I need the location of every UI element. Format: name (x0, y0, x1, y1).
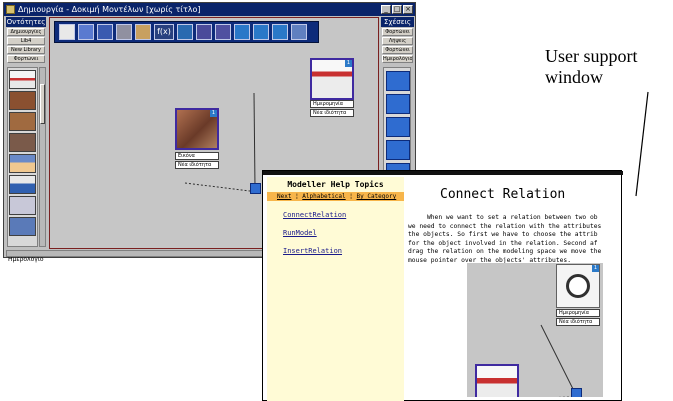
tab-by-category[interactable]: By Category (357, 193, 397, 200)
help-content: Connect Relation When we want to set a r… (408, 177, 618, 397)
scrollbar-thumb[interactable] (40, 84, 45, 124)
relation-type-icon[interactable] (386, 94, 410, 114)
annotation-caption: User support window (545, 46, 638, 88)
entities-scrollbar[interactable] (39, 67, 46, 247)
entity-thumbnail-list (7, 67, 38, 247)
help-heading: Connect Relation (440, 187, 566, 202)
relation-icon[interactable] (250, 183, 261, 194)
entities-button-4[interactable]: Φορτώνει (7, 55, 45, 63)
attribute-field[interactable]: Ημερομηνία (310, 100, 354, 108)
tab-next[interactable]: Next (277, 193, 291, 200)
relation-icon[interactable] (571, 388, 582, 397)
attribute-field[interactable]: Νέα ιδιότητα (310, 109, 354, 117)
relation-line (184, 182, 251, 192)
photo-object[interactable]: 1 (175, 108, 219, 150)
help-titlebar (263, 171, 623, 175)
close-button[interactable]: × (403, 5, 413, 14)
tool-thumbnail[interactable] (9, 196, 36, 215)
topic-link[interactable]: ConnectRelation (283, 211, 404, 219)
object-badge: 1 (210, 110, 217, 117)
help-body: When we want to set a relation between t… (408, 214, 602, 264)
window-titlebar: Δημιουργία - Δοκιμή Μοντέλων [χωρίς τίτλ… (4, 3, 415, 16)
building-thumbnail[interactable] (9, 112, 36, 131)
relations-button-1[interactable]: Φορτώνει (382, 28, 413, 36)
entities-button-2[interactable]: Lib4 (7, 37, 45, 45)
entities-button-1[interactable]: Δημιουργίες (7, 28, 45, 36)
person-thumbnail[interactable] (9, 154, 36, 173)
building-thumbnail[interactable] (9, 91, 36, 110)
toc-title: Modeller Help Topics (287, 180, 384, 189)
help-toc: Modeller Help Topics Next ¦ Alphabetical… (267, 177, 404, 401)
maximize-button[interactable]: □ (392, 5, 402, 14)
attribute-field[interactable]: Νέα ιδιότητα (175, 161, 219, 169)
attribute-field[interactable]: Εικόνα (175, 152, 219, 160)
entities-panel-header: Οντότητες (6, 17, 46, 27)
relations-panel-header: Σχέσεις (381, 17, 414, 27)
help-window: Modeller Help Topics Next ¦ Alphabetical… (262, 170, 623, 401)
clock-object[interactable]: 1 (556, 264, 600, 308)
window-title: Δημιουργία - Δοκιμή Μοντέλων [χωρίς τίτλ… (18, 5, 201, 14)
toc-tabs: Next ¦ Alphabetical ¦ By Category (267, 192, 404, 201)
attribute-field[interactable]: Ημερομηνία (556, 309, 600, 317)
window-controls: _ □ × (381, 5, 413, 14)
relation-type-icon[interactable] (386, 71, 410, 91)
topic-link[interactable]: InsertRelation (283, 247, 404, 255)
object-badge: 1 (592, 265, 599, 272)
calendar-thumbnail[interactable] (9, 70, 36, 89)
entities-status: Ημερολόγιο (8, 256, 44, 263)
relation-type-icon[interactable] (386, 117, 410, 137)
topic-link[interactable]: RunModel (283, 229, 404, 237)
calendar-object[interactable] (475, 364, 519, 397)
help-screenshot: 1 Ημερομηνία Νέα ιδιότητα (467, 263, 603, 397)
relations-button-3[interactable]: Φορτώνει (382, 46, 413, 54)
calendar-object[interactable]: 1 (310, 58, 354, 100)
object-badge: 1 (345, 60, 352, 67)
relation-type-icon[interactable] (386, 140, 410, 160)
relations-button-4[interactable]: Ημερολόγιο (382, 55, 413, 63)
minimize-button[interactable]: _ (381, 5, 391, 14)
caption-line-1: User support (545, 46, 638, 66)
person-thumbnail[interactable] (9, 175, 36, 194)
tab-alphabetical[interactable]: Alphabetical (302, 193, 345, 200)
caption-line-2: window (545, 67, 603, 87)
relations-button-2[interactable]: Λήψεις (382, 37, 413, 45)
attribute-field[interactable]: Νέα ιδιότητα (556, 318, 600, 326)
app-icon (6, 5, 15, 14)
person-thumbnail[interactable] (9, 217, 36, 236)
entities-panel: Οντότητες Δημιουργίες Lib4 New Library Φ… (6, 17, 46, 263)
relation-line (253, 92, 256, 189)
clock-icon (566, 274, 590, 298)
roof-thumbnail[interactable] (9, 133, 36, 152)
entities-button-3[interactable]: New Library (7, 46, 45, 54)
